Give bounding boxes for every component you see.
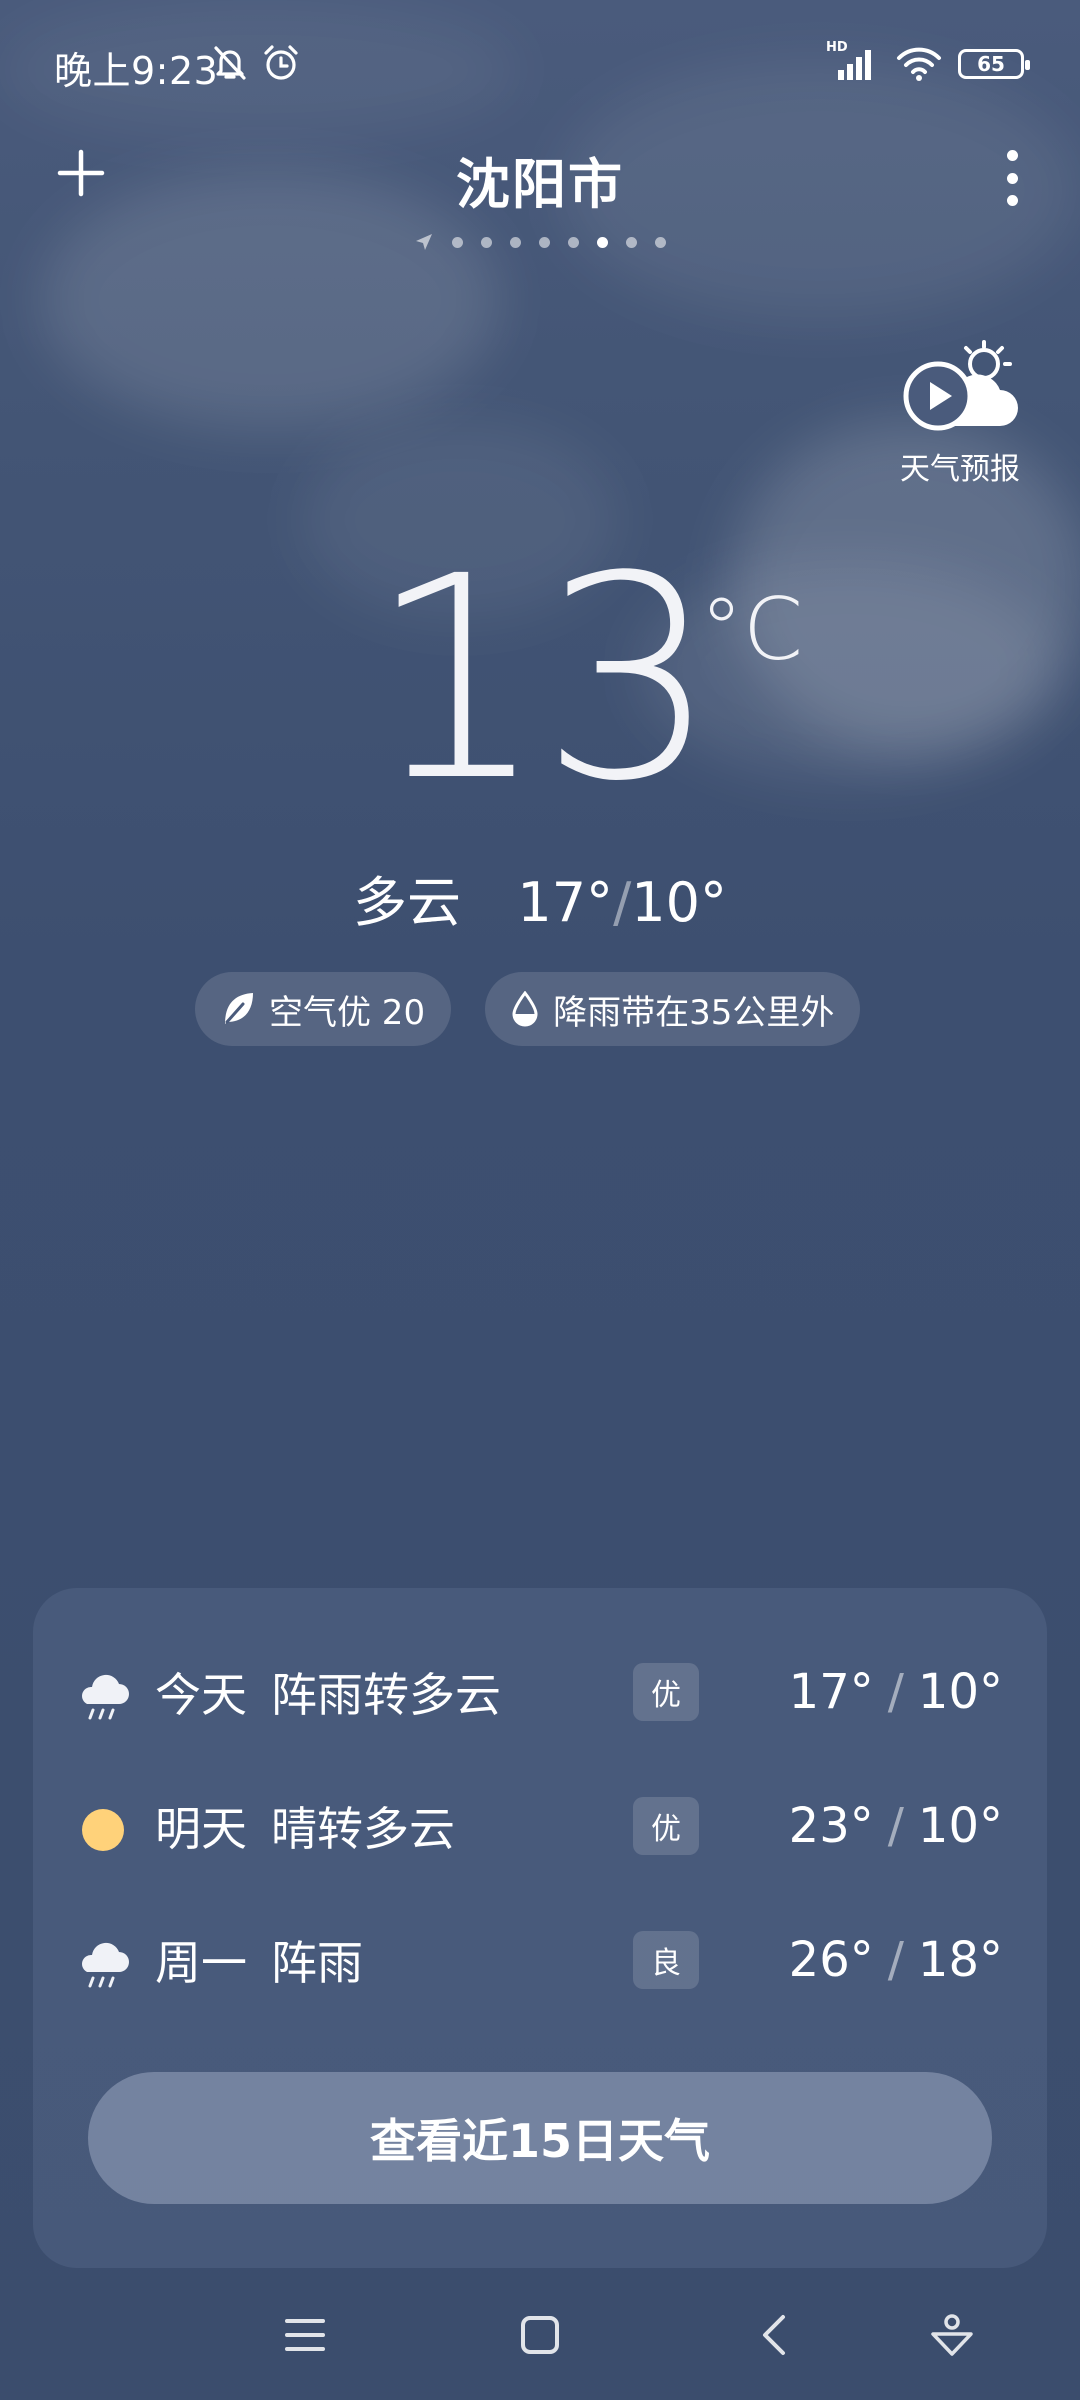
add-city-button[interactable] [56,148,106,198]
forecast-temps: 26°/18° [788,1932,1003,1988]
view-15-day-button[interactable]: 查看近15日天气 [88,2072,992,2204]
raindrop-icon [512,991,538,1027]
weather-forecast-video-label: 天气预报 [900,452,1020,487]
forecast-temps: 23°/10° [788,1798,1003,1854]
nav-home-button[interactable] [510,2310,570,2360]
battery-level: 65 [977,52,1005,76]
sun-icon [82,1809,124,1851]
nav-assistant-button[interactable] [922,2310,982,2360]
forecast-day: 明天 [155,1802,247,1856]
city-name: 沈阳市 [456,153,624,216]
page-dot [655,236,666,248]
condition-text: 多云 [353,871,461,934]
location-arrow-icon [416,234,432,250]
rain-cloud-icon [82,1942,129,1988]
more-options-button[interactable] [1000,150,1024,206]
nav-back-button[interactable] [744,2310,804,2360]
plus-icon [57,149,105,197]
city-page-indicator [0,232,1080,252]
menu-icon [285,2319,325,2351]
wifi-icon [897,47,941,81]
forecast-row[interactable]: 今天 阵雨转多云 优 17°/10° [33,1642,1047,1742]
current-temperature: 13 °C [0,540,1080,820]
forecast-desc: 晴转多云 [271,1802,455,1856]
forecast-day: 周一 [155,1936,247,1990]
forecast-high: 26° [788,1932,874,1988]
hd-signal-icon: HD [826,40,880,82]
temp-separator: / [613,871,632,934]
rain-cloud-icon [82,1674,129,1720]
forecast-day: 今天 [155,1668,247,1722]
temperature-value: 13 [367,517,718,843]
forecast-card: 今天 阵雨转多云 优 17°/10° 明天 晴转多云 优 23°/10° 周一 … [33,1588,1047,2268]
square-icon [521,2316,559,2354]
assistant-icon [931,2314,973,2356]
alarm-icon [264,45,298,80]
nav-menu-button[interactable] [275,2310,335,2360]
today-high: 17° [517,871,614,934]
info-pills: 空气优 20 降雨带在35公里外 [195,972,861,1046]
leaf-icon [225,993,253,1024]
forecast-low: 10° [917,1798,1003,1854]
forecast-desc: 阵雨 [271,1936,363,1990]
status-right-icons: HD 65 [826,40,1030,82]
page-dot [568,236,579,248]
forecast-high: 23° [788,1798,874,1854]
bell-off-icon [214,46,246,80]
aqi-badge: 良 [633,1931,699,1989]
system-nav-bar [0,2300,1080,2370]
page-dot-active [597,236,608,248]
temperature-unit: °C [700,580,804,680]
page-dot [626,236,637,248]
current-condition: 多云 17°/10° [0,858,1080,937]
page-dot [539,236,550,248]
rain-distance-label: 降雨带在35公里外 [553,992,835,1033]
today-low: 10° [631,871,727,934]
page-dot [452,236,463,248]
page-dot [510,236,521,248]
rain-distance-pill[interactable]: 降雨带在35公里外 [485,972,861,1046]
page-dot [481,236,492,248]
forecast-row[interactable]: 周一 阵雨 良 26°/18° [33,1910,1047,2010]
battery-icon: 65 [958,49,1030,79]
weather-forecast-video-button[interactable]: 天气预报 [890,340,1030,488]
forecast-temps: 17°/10° [788,1664,1003,1720]
forecast-low: 10° [917,1664,1003,1720]
forecast-high: 17° [788,1664,874,1720]
forecast-desc: 阵雨转多云 [271,1668,501,1722]
aqi-badge: 优 [633,1663,699,1721]
status-time: 晚上9:23 [54,49,219,93]
air-quality-pill[interactable]: 空气优 20 [195,972,452,1046]
aqi-badge: 优 [633,1797,699,1855]
air-quality-label: 空气优 20 [269,992,426,1033]
forecast-row[interactable]: 明天 晴转多云 优 23°/10° [33,1776,1047,1876]
forecast-low: 18° [917,1932,1003,1988]
play-cloud-sun-icon [903,340,1018,431]
chevron-left-icon [763,2315,785,2355]
status-left-icons [212,44,300,82]
